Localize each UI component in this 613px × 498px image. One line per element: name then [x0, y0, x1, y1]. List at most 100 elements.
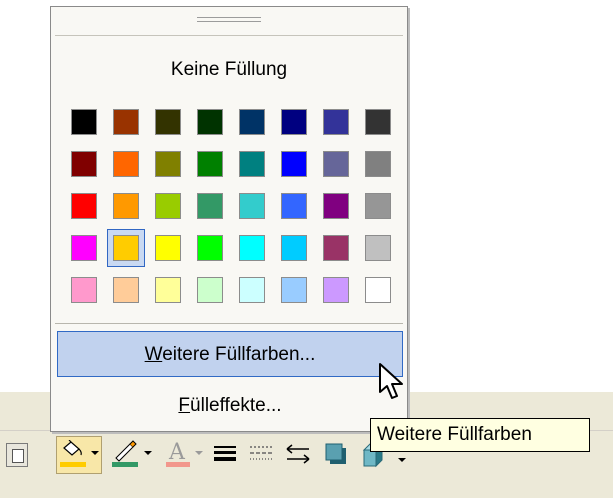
color-swatch[interactable] [317, 229, 355, 267]
color-swatch[interactable] [317, 187, 355, 225]
color-swatch[interactable] [359, 187, 397, 225]
fill-color-dropdown-icon[interactable] [91, 451, 99, 455]
swatch-color [365, 193, 391, 219]
color-swatch[interactable] [65, 103, 103, 141]
insert-picture-icon[interactable] [6, 443, 28, 467]
color-swatch[interactable] [65, 229, 103, 267]
swatch-color [281, 235, 307, 261]
color-swatch[interactable] [107, 271, 145, 309]
line-color-pen-icon[interactable] [112, 440, 138, 462]
swatch-color [71, 109, 97, 135]
swatch-color [155, 235, 181, 261]
swatch-color [113, 151, 139, 177]
swatch-color [197, 277, 223, 303]
color-swatch[interactable] [149, 145, 187, 183]
swatch-color [155, 151, 181, 177]
swatch-color [323, 193, 349, 219]
color-swatch[interactable] [191, 229, 229, 267]
more-fill-colors-accel: W [144, 344, 163, 365]
swatch-color [197, 151, 223, 177]
font-color-icon[interactable]: A [166, 440, 190, 462]
dash-style-icon[interactable] [248, 442, 274, 464]
color-swatch[interactable] [233, 271, 271, 309]
fill-effects-item[interactable]: Fülleffekte... [57, 383, 403, 429]
color-swatch[interactable] [275, 271, 313, 309]
color-swatch[interactable] [233, 103, 271, 141]
swatch-color [281, 193, 307, 219]
swatch-color [239, 109, 265, 135]
color-swatch[interactable] [149, 187, 187, 225]
color-swatch[interactable] [107, 145, 145, 183]
color-swatch[interactable] [317, 271, 355, 309]
color-swatch[interactable] [317, 145, 355, 183]
swatch-color [197, 235, 223, 261]
swatch-color [113, 235, 139, 261]
color-swatch[interactable] [107, 187, 145, 225]
color-swatch[interactable] [65, 187, 103, 225]
swatch-color [239, 235, 265, 261]
color-swatch[interactable] [359, 271, 397, 309]
arrow-style-icon[interactable] [284, 442, 312, 466]
swatch-color [197, 109, 223, 135]
swatch-color [197, 193, 223, 219]
color-swatch[interactable] [359, 229, 397, 267]
color-swatch[interactable] [275, 187, 313, 225]
paint-bucket-icon [63, 440, 82, 456]
popup-move-handle[interactable] [51, 7, 407, 31]
color-swatch[interactable] [149, 103, 187, 141]
color-swatch[interactable] [233, 229, 271, 267]
swatch-color [155, 193, 181, 219]
color-swatch[interactable] [191, 271, 229, 309]
fill-effects-accel: F [178, 395, 191, 416]
swatch-color [239, 277, 265, 303]
color-swatch[interactable] [65, 145, 103, 183]
color-swatch[interactable] [191, 145, 229, 183]
swatch-color [71, 277, 97, 303]
color-swatch[interactable] [275, 145, 313, 183]
swatch-color [323, 109, 349, 135]
more-fill-colors-item[interactable]: Weitere Füllfarben... [57, 331, 403, 377]
tooltip: Weitere Füllfarben [370, 418, 590, 452]
color-swatch[interactable] [149, 229, 187, 267]
menu-divider [55, 323, 403, 324]
swatch-color [113, 277, 139, 303]
color-swatch[interactable] [191, 103, 229, 141]
color-swatch[interactable] [233, 187, 271, 225]
font-color-dropdown-icon[interactable] [195, 451, 203, 455]
swatch-color [323, 277, 349, 303]
swatch-color [281, 109, 307, 135]
toolbar-options-dropdown-icon[interactable] [398, 458, 406, 462]
more-fill-colors-label: eitere Füllfarben... [162, 344, 316, 365]
color-swatch[interactable] [65, 271, 103, 309]
color-swatch[interactable] [317, 103, 355, 141]
swatch-color [365, 151, 391, 177]
line-color-dropdown-icon[interactable] [144, 451, 152, 455]
swatch-color [239, 193, 265, 219]
color-swatch[interactable] [275, 103, 313, 141]
color-swatch[interactable] [359, 103, 397, 141]
swatch-color [71, 151, 97, 177]
swatch-color [113, 193, 139, 219]
shadow-style-icon[interactable] [324, 442, 350, 466]
svg-text:A: A [168, 440, 186, 462]
color-swatch[interactable] [107, 103, 145, 141]
color-swatch[interactable] [275, 229, 313, 267]
line-color-indicator [112, 462, 138, 467]
swatch-color [113, 109, 139, 135]
color-swatch[interactable] [107, 229, 145, 267]
swatch-color [281, 277, 307, 303]
swatch-color [365, 109, 391, 135]
swatch-color [155, 109, 181, 135]
swatch-color [281, 151, 307, 177]
color-swatch[interactable] [149, 271, 187, 309]
mouse-cursor-icon [379, 363, 403, 399]
color-swatch[interactable] [233, 145, 271, 183]
line-style-icon[interactable] [212, 442, 238, 464]
color-swatch[interactable] [359, 145, 397, 183]
swatch-color [365, 235, 391, 261]
color-swatch[interactable] [191, 187, 229, 225]
swatch-color [365, 277, 391, 303]
no-fill-option[interactable]: Keine Füllung [51, 55, 407, 85]
swatch-color [239, 151, 265, 177]
swatch-color [71, 235, 97, 261]
